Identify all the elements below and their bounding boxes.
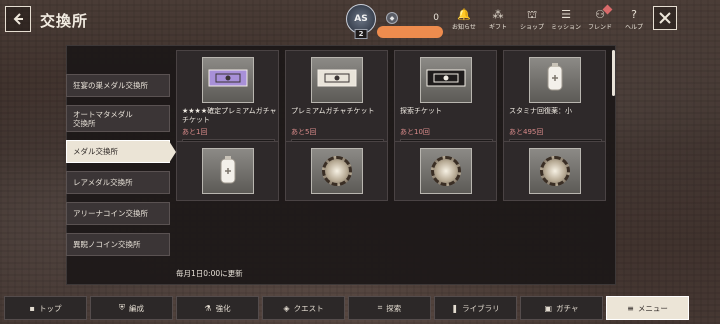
medal-icon — [322, 156, 352, 186]
bottom-nav-label: トップ — [38, 303, 62, 313]
bottom-nav-item[interactable]: ▪ トップ — [4, 296, 87, 320]
redacted-bar — [377, 26, 443, 38]
item-thumbnail — [202, 57, 254, 103]
sidebar: 狂宴の巣メダル交換所オートマタメダル 交換所メダル交換所 レアメダル交換所 アリーナ… — [66, 74, 170, 264]
medal-icon — [431, 156, 461, 186]
bottom-nav-item[interactable]: ◈ クエスト — [262, 296, 345, 320]
item-remaining: あと5回 — [291, 128, 317, 136]
currency-bar[interactable]: ◆ 0 — [381, 8, 444, 28]
item-thumbnail — [529, 148, 581, 194]
bottom-nav-label: 探索 — [386, 303, 402, 313]
lower-card-medal-1[interactable] — [285, 141, 388, 201]
bottom-nav-label: 編成 — [129, 303, 144, 313]
lower-card-medal-2[interactable] — [394, 141, 497, 201]
item-thumbnail — [202, 148, 254, 194]
sidebar-tab[interactable]: 異睨ノコイン交換所 — [66, 233, 170, 256]
nav-icon: ≡ — [627, 303, 634, 313]
bottom-nav-label: ライブラリ — [462, 303, 500, 313]
item-remaining: あと1回 — [182, 128, 208, 136]
ticket-premium-icon — [317, 68, 357, 92]
bottom-nav-item[interactable]: ⚗ 強化 — [176, 296, 259, 320]
item-name: 探索チケット — [400, 107, 442, 115]
item-name: スタミナ回復薬：小 — [509, 107, 572, 115]
sidebar-tab[interactable]: メダル交換所 — [66, 140, 170, 163]
player-emblem[interactable]: AS 2 — [346, 4, 376, 39]
item-thumbnail — [529, 57, 581, 103]
item-name: ★★★★確定プレミアムガチャチケット — [182, 107, 277, 124]
bottom-nav-item[interactable]: ▣ ガチャ — [520, 296, 603, 320]
top-nav-label: ヘルプ — [624, 24, 643, 31]
page-title: 交換所 — [40, 12, 89, 30]
shop-icon: ⛫ — [526, 8, 538, 21]
bottom-nav-label: メニュー — [637, 303, 668, 313]
top-nav-help[interactable]: ? ヘルプ — [617, 8, 651, 31]
ticket-premium-plus-icon — [208, 68, 248, 92]
coin-icon: ◆ — [386, 12, 398, 24]
scrollbar[interactable] — [612, 50, 615, 96]
close-icon — [659, 12, 671, 24]
stamina-potion-icon — [220, 156, 236, 184]
rank-plate: 2 — [354, 29, 368, 39]
ticket-explore-icon — [426, 68, 466, 92]
bottom-nav-item[interactable]: ❚ ライブラリ — [434, 296, 517, 320]
update-note: 毎月1日0:00に更新 — [176, 269, 243, 278]
gift-icon: ⁂ — [492, 8, 504, 21]
back-button[interactable] — [5, 6, 31, 32]
sidebar-tab[interactable]: オートマタメダル 交換所 — [66, 105, 170, 132]
top-nav-shop[interactable]: ⛫ ショップ — [515, 8, 549, 31]
item-name: プレミアムガチャチケット — [291, 107, 375, 115]
bottom-nav: ▪ トップ ⛨ 編成 ⚗ 強化 ◈ クエスト ⌗ 探索 ❚ ライブラリ ▣ ガチャ ≡ メニュー — [4, 296, 689, 320]
top-nav-bell[interactable]: 🔔 お知らせ — [447, 8, 481, 31]
lower-card-potion[interactable] — [176, 141, 279, 201]
close-button[interactable] — [653, 6, 677, 30]
mission-icon: ☰ — [561, 8, 571, 21]
top-nav: 🔔 お知らせ ⁂ ギフト ⛫ ショップ ☰ ミッション ⚇ フレンド? ヘルプ — [447, 4, 651, 31]
bottom-nav-item[interactable]: ⛨ 編成 — [90, 296, 173, 320]
medal-icon — [540, 156, 570, 186]
bottom-nav-label: ガチャ — [556, 303, 579, 313]
item-thumbnail — [420, 148, 472, 194]
player-badge-text: AS — [354, 14, 368, 24]
item-thumbnail — [311, 57, 363, 103]
nav-icon: ▪ — [29, 303, 35, 313]
top-nav-label: お知らせ — [452, 24, 476, 31]
top-nav-label: ギフト — [488, 24, 507, 31]
lower-card-medal-3[interactable] — [503, 141, 606, 201]
item-remaining: あと495回 — [509, 128, 544, 136]
sidebar-tab[interactable]: レアメダル交換所 — [66, 171, 170, 194]
header: 交換所 AS 2 ◆ 0 🔔 お知らせ ⁂ ギフト ⛫ ショップ ☰ ミッション ⚇ フレンド? ヘ… — [0, 0, 720, 40]
sidebar-tab[interactable]: アリーナコイン交換所 — [66, 202, 170, 225]
bottom-nav-label: クエスト — [293, 303, 324, 313]
top-nav-mission[interactable]: ☰ ミッション — [549, 8, 583, 31]
nav-icon: ◈ — [283, 303, 290, 313]
help-icon: ? — [631, 8, 637, 21]
top-nav-friend[interactable]: ⚇ フレンド — [583, 4, 617, 31]
currency-value: 0 — [433, 13, 439, 23]
bottom-nav-label: 強化 — [215, 303, 231, 313]
item-remaining: あと10回 — [400, 128, 430, 136]
nav-icon: ❚ — [451, 303, 459, 313]
bottom-nav-item[interactable]: ≡ メニュー — [606, 296, 689, 320]
top-nav-gift[interactable]: ⁂ ギフト — [481, 8, 515, 31]
item-thumbnail — [311, 148, 363, 194]
top-nav-label: ショップ — [519, 24, 544, 31]
stamina-potion-icon — [542, 62, 568, 98]
nav-icon: ▣ — [544, 303, 553, 313]
nav-icon: ⌗ — [377, 303, 383, 312]
bell-icon: 🔔 — [457, 8, 471, 21]
bottom-nav-item[interactable]: ⌗ 探索 — [348, 296, 431, 320]
arrow-left-icon — [13, 13, 23, 25]
item-thumbnail — [420, 57, 472, 103]
nav-icon: ⛨ — [119, 303, 125, 312]
top-nav-label: フレンド — [587, 24, 612, 31]
nav-icon: ⚗ — [204, 303, 212, 313]
sidebar-tab[interactable]: 狂宴の巣メダル交換所 — [66, 74, 170, 97]
top-nav-label: ミッション — [550, 24, 581, 31]
